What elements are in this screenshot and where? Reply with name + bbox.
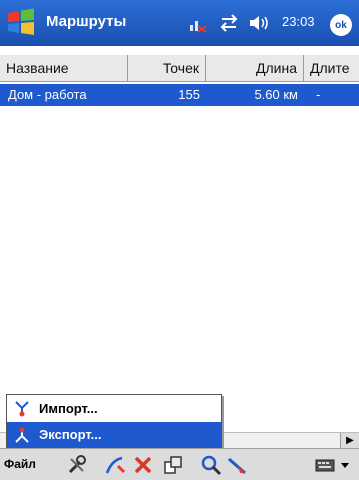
properties-icon[interactable] xyxy=(162,454,184,476)
search-icon[interactable] xyxy=(200,454,222,476)
edit-route-icon[interactable] xyxy=(104,454,126,476)
volume-icon xyxy=(250,16,268,30)
menu-item-export[interactable]: Экспорт... xyxy=(7,422,221,448)
menu-item-export-label: Экспорт... xyxy=(39,427,102,442)
export-icon xyxy=(15,427,29,443)
column-header-points[interactable]: Точек xyxy=(128,55,206,81)
app-title: Маршруты xyxy=(46,13,127,30)
tools-icon[interactable] xyxy=(66,454,88,476)
navigate-icon[interactable] xyxy=(226,454,248,476)
table-header: Название Точек Длина Длите xyxy=(0,54,359,82)
file-menu-button[interactable]: Файл xyxy=(4,457,36,471)
column-header-length[interactable]: Длина xyxy=(206,55,304,81)
keyboard-icon[interactable] xyxy=(314,454,336,476)
ok-button[interactable]: ok xyxy=(330,14,352,36)
clock[interactable]: 23:03 xyxy=(282,14,315,29)
input-menu-arrow-icon[interactable] xyxy=(338,454,352,476)
scroll-right-icon[interactable]: ▶ xyxy=(340,433,359,449)
title-bar: Маршруты 23:03 ok xyxy=(0,0,359,46)
bottom-toolbar: Файл xyxy=(0,448,359,480)
menu-item-import-label: Импорт... xyxy=(39,401,98,416)
column-header-duration[interactable]: Длите xyxy=(304,55,359,81)
column-header-name[interactable]: Название xyxy=(0,55,128,81)
import-icon xyxy=(15,401,29,417)
route-name: Дом - работа xyxy=(8,87,87,102)
signal-icon xyxy=(190,21,207,33)
connectivity-icon xyxy=(220,14,238,32)
route-length: 5.60 км xyxy=(254,87,298,102)
table-row[interactable]: Дом - работа 155 5.60 км - xyxy=(0,84,359,106)
route-list[interactable] xyxy=(0,108,359,434)
route-points: 155 xyxy=(178,87,200,102)
route-duration: - xyxy=(316,87,321,102)
windows-start-icon[interactable] xyxy=(6,7,36,37)
file-popup-menu: Импорт... Экспорт... xyxy=(6,394,222,450)
delete-icon[interactable] xyxy=(132,454,154,476)
menu-item-import[interactable]: Импорт... xyxy=(7,396,221,422)
